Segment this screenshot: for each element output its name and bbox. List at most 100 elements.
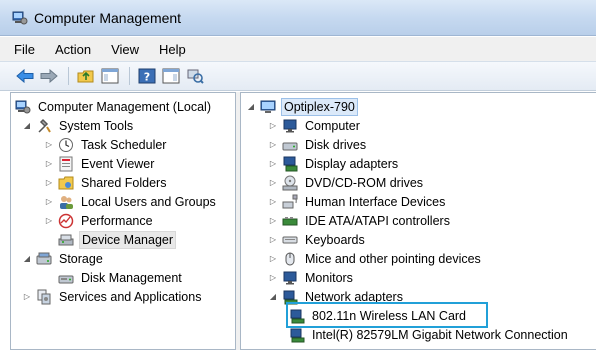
- collapsed-arrow-icon[interactable]: ▷: [43, 215, 55, 227]
- device-root-optiplex[interactable]: ◢ Optiplex-790: [245, 97, 358, 116]
- up-one-level-button[interactable]: [75, 65, 97, 87]
- computer-management-icon: [12, 11, 28, 24]
- back-button[interactable]: [14, 65, 36, 87]
- help-button[interactable]: ?: [136, 65, 158, 87]
- expanded-arrow-icon[interactable]: ◢: [21, 120, 33, 132]
- shared-folder-icon: [58, 176, 74, 189]
- menu-bar: File Action View Help: [0, 37, 596, 61]
- back-arrow-icon: [16, 69, 34, 83]
- tree-item-label: Device Manager: [79, 230, 177, 249]
- tree-item-storage[interactable]: ◢ Storage: [21, 249, 105, 268]
- toolbar-separator: [129, 67, 130, 85]
- event-viewer-icon: [59, 156, 73, 171]
- collapsed-arrow-icon[interactable]: ▷: [267, 139, 279, 151]
- menu-action[interactable]: Action: [55, 42, 91, 57]
- help-icon: ?: [138, 68, 156, 84]
- dvd-drive-icon: [282, 175, 298, 190]
- show-hide-console-tree-button[interactable]: [99, 65, 121, 87]
- collapsed-arrow-icon[interactable]: ▷: [43, 196, 55, 208]
- tree-item-label: Keyboards: [305, 232, 365, 247]
- collapsed-arrow-icon[interactable]: ▷: [43, 177, 55, 189]
- toolbar: ?: [0, 61, 596, 91]
- scan-hardware-button[interactable]: [184, 65, 206, 87]
- tree-item-label: Human Interface Devices: [305, 194, 446, 209]
- collapsed-arrow-icon[interactable]: ▷: [267, 120, 279, 132]
- up-folder-icon: [77, 70, 94, 83]
- services-icon: [37, 289, 51, 304]
- collapsed-arrow-icon[interactable]: ▷: [43, 139, 55, 151]
- collapsed-arrow-icon[interactable]: ▷: [267, 177, 279, 189]
- monitor-icon: [283, 119, 297, 132]
- tree-item-local-users-groups[interactable]: ▷ Local Users and Groups: [43, 192, 218, 211]
- device-category-disk-drives[interactable]: ▷ Disk drives: [267, 135, 368, 154]
- tree-item-label: IDE ATA/ATAPI controllers: [305, 213, 450, 228]
- toolbar-separator: [68, 67, 69, 85]
- device-category-mice[interactable]: ▷ Mice and other pointing devices: [267, 249, 483, 268]
- monitor-icon: [283, 271, 297, 284]
- storage-icon: [36, 252, 52, 264]
- tree-item-label: Event Viewer: [81, 156, 155, 171]
- tree-item-label: Computer: [305, 118, 360, 133]
- collapsed-arrow-icon[interactable]: ▷: [267, 215, 279, 227]
- collapsed-arrow-icon[interactable]: ▷: [267, 158, 279, 170]
- ide-controller-icon: [282, 216, 298, 225]
- device-category-computer[interactable]: ▷ Computer: [267, 116, 362, 135]
- properties-icon: [162, 68, 180, 84]
- tree-item-shared-folders[interactable]: ▷ Shared Folders: [43, 173, 168, 192]
- device-category-monitors[interactable]: ▷ Monitors: [267, 268, 355, 287]
- forward-button[interactable]: [38, 65, 60, 87]
- tree-item-label: Optiplex-790: [281, 97, 358, 116]
- menu-view[interactable]: View: [111, 42, 139, 57]
- tree-item-system-tools[interactable]: ◢ System Tools: [21, 116, 135, 135]
- expanded-arrow-icon[interactable]: ◢: [267, 291, 279, 303]
- collapsed-arrow-icon[interactable]: ▷: [267, 272, 279, 284]
- clock-icon: [59, 137, 73, 152]
- performance-icon: [58, 213, 74, 228]
- tree-item-services-applications[interactable]: ▷ Services and Applications: [21, 287, 203, 306]
- tree-item-label: Monitors: [305, 270, 353, 285]
- tree-item-label: Display adapters: [305, 156, 399, 171]
- device-category-keyboards[interactable]: ▷ Keyboards: [267, 230, 367, 249]
- tree-item-task-scheduler[interactable]: ▷ Task Scheduler: [43, 135, 168, 154]
- collapsed-arrow-icon[interactable]: ▷: [43, 158, 55, 170]
- tree-item-label: Intel(R) 82579LM Gigabit Network Connect…: [312, 327, 568, 342]
- tree-item-event-viewer[interactable]: ▷ Event Viewer: [43, 154, 156, 173]
- computer-management-icon: [15, 100, 31, 113]
- tree-item-label: Local Users and Groups: [81, 194, 216, 209]
- device-category-ide-controllers[interactable]: ▷ IDE ATA/ATAPI controllers: [267, 211, 452, 230]
- expanded-arrow-icon[interactable]: ◢: [21, 253, 33, 265]
- expanded-arrow-icon[interactable]: ◢: [245, 101, 257, 113]
- tree-item-computer-management[interactable]: Computer Management (Local): [15, 97, 213, 116]
- device-category-dvd-drives[interactable]: ▷ DVD/CD-ROM drives: [267, 173, 425, 192]
- device-category-hid[interactable]: ▷ Human Interface Devices: [267, 192, 447, 211]
- collapsed-arrow-icon[interactable]: ▷: [267, 234, 279, 246]
- disk-drive-icon: [282, 142, 298, 150]
- system-tools-icon: [38, 118, 51, 133]
- collapsed-arrow-icon[interactable]: ▷: [267, 196, 279, 208]
- keyboard-icon: [282, 236, 298, 243]
- forward-arrow-icon: [40, 69, 58, 83]
- tree-item-label: Disk Management: [81, 270, 182, 285]
- window-title: Computer Management: [34, 9, 182, 26]
- properties-button[interactable]: [160, 65, 182, 87]
- hid-icon: [282, 194, 298, 208]
- disk-management-icon: [58, 275, 74, 283]
- tree-item-label: Mice and other pointing devices: [305, 251, 481, 266]
- tree-item-device-manager[interactable]: Device Manager: [58, 230, 177, 249]
- collapsed-arrow-icon[interactable]: ▷: [267, 253, 279, 265]
- tree-item-label: Task Scheduler: [81, 137, 167, 152]
- highlight-callout: [286, 302, 488, 328]
- device-category-display-adapters[interactable]: ▷ Display adapters: [267, 154, 400, 173]
- users-icon: [60, 195, 73, 209]
- title-bar[interactable]: Computer Management: [0, 0, 596, 36]
- collapsed-arrow-icon[interactable]: ▷: [21, 291, 33, 303]
- tree-item-label: Performance: [81, 213, 153, 228]
- menu-help[interactable]: Help: [159, 42, 186, 57]
- tree-item-label: Storage: [59, 251, 103, 266]
- tree-item-label: Services and Applications: [59, 289, 202, 304]
- tree-item-performance[interactable]: ▷ Performance: [43, 211, 155, 230]
- menu-file[interactable]: File: [14, 42, 35, 57]
- tree-item-disk-management[interactable]: Disk Management: [58, 268, 184, 287]
- mouse-icon: [285, 252, 295, 265]
- console-tree-pane[interactable]: Computer Management (Local) ◢ System Too…: [10, 92, 236, 350]
